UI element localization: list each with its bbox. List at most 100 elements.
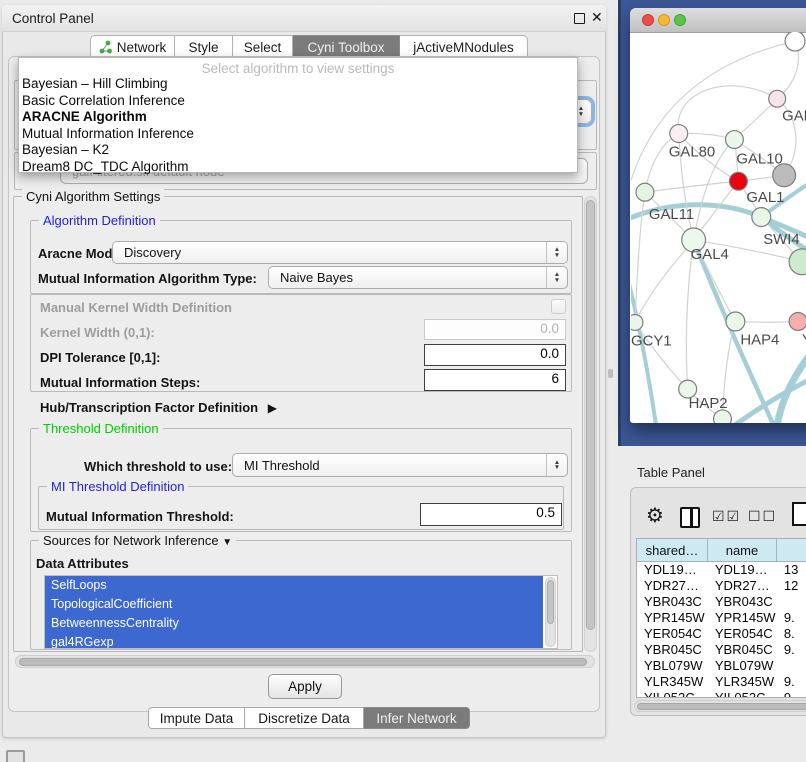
table-cell: YDR27…: [637, 578, 708, 594]
algorithm-definition-title: Algorithm Definition: [39, 213, 160, 228]
collapse-down-icon[interactable]: ▼: [222, 537, 232, 548]
network-node[interactable]: [631, 315, 643, 331]
document-icon[interactable]: [792, 502, 806, 526]
mi-type-value: Naive Bayes: [280, 270, 353, 285]
table-cell: 9.: [777, 674, 806, 690]
attribute-item[interactable]: gal4RGexp: [45, 633, 543, 649]
splitter-handle[interactable]: [608, 369, 613, 378]
node-table[interactable]: shared…name YDL19…YDL19…13YDR27…YDR27…12…: [636, 538, 806, 698]
control-panel-title: Control Panel: [12, 11, 94, 26]
table-hscrollbar[interactable]: [634, 700, 806, 712]
combo-stepper-icon: ▲▼: [546, 267, 567, 288]
network-edge[interactable]: [635, 240, 694, 323]
network-node[interactable]: [785, 32, 805, 51]
combo-stepper-icon: ▲▼: [546, 242, 567, 263]
mi-steps-field[interactable]: 6: [424, 369, 566, 391]
table-row[interactable]: YBR043CYBR043C: [637, 594, 806, 610]
table-row[interactable]: YPR145WYPR145W9.: [637, 610, 806, 626]
close-icon[interactable]: ✕: [591, 9, 603, 26]
table-row[interactable]: YER054CYER054C8.: [637, 626, 806, 642]
table-cell: YBL079W: [708, 658, 777, 674]
settings-hscrollbar[interactable]: [15, 655, 595, 668]
attribute-item[interactable]: SelfLoops: [45, 576, 543, 595]
kernel-width-field[interactable]: 0.0: [424, 319, 566, 340]
network-node[interactable]: [789, 249, 806, 275]
node-label: GAL4: [691, 247, 729, 263]
column-header[interactable]: [777, 539, 806, 562]
table-row[interactable]: YLR345WYLR345W9.: [637, 674, 806, 690]
algorithm-option[interactable]: Bayesian – K2: [19, 142, 577, 159]
node-label: HAP2: [689, 396, 728, 412]
dpi-tolerance-field[interactable]: 0.0: [424, 344, 566, 366]
algorithm-option[interactable]: Mutual Information Inference: [19, 126, 577, 143]
attribute-item[interactable]: TopologicalCoefficient: [45, 595, 543, 614]
table-cell: 9: [777, 690, 806, 698]
network-edge[interactable]: [678, 86, 777, 134]
sources-group-title[interactable]: Sources for Network Inference ▼: [39, 533, 236, 548]
columns-icon[interactable]: [680, 507, 700, 528]
expand-right-icon[interactable]: ▶: [268, 401, 277, 415]
manual-kernel-checkbox[interactable]: [551, 299, 566, 314]
attribute-item[interactable]: BetweennessCentrality: [45, 614, 543, 633]
select-all-icon[interactable]: ☑☑: [712, 508, 741, 525]
apply-button[interactable]: Apply: [268, 674, 342, 699]
mi-threshold-group-title: MI Threshold Definition: [47, 479, 188, 494]
network-node[interactable]: [729, 172, 747, 190]
close-traffic-light-icon[interactable]: [642, 14, 654, 26]
network-node[interactable]: [725, 131, 743, 149]
network-node[interactable]: [752, 208, 771, 227]
mi-threshold-field[interactable]: 0.5: [420, 503, 562, 526]
network-window-titlebar[interactable]: [630, 8, 806, 33]
mi-type-label: Mutual Information Algorithm Type:: [38, 271, 257, 286]
node-label: GAL80: [669, 144, 715, 160]
network-canvas[interactable]: GALGAL80GAL10GAL1SWI4GAL11GAL4GCY1HAP4YH…: [631, 32, 806, 423]
algorithm-option[interactable]: ARACNE Algorithm: [19, 109, 577, 126]
tab-infer-network[interactable]: Infer Network: [364, 707, 470, 729]
network-node[interactable]: [769, 90, 786, 107]
network-edge[interactable]: [645, 181, 738, 192]
table-cell: 9.: [777, 610, 806, 626]
algorithm-option[interactable]: Bayesian – Hill Climbing: [19, 76, 577, 93]
tab-impute-data[interactable]: Impute Data: [148, 707, 245, 729]
network-node[interactable]: [789, 313, 806, 331]
table-row[interactable]: YDR27…YDR27…12: [637, 578, 806, 594]
network-icon: [99, 40, 112, 54]
table-cell: YER054C: [708, 626, 777, 642]
network-node[interactable]: [670, 125, 688, 143]
table-row[interactable]: YBR045CYBR045C9.: [637, 642, 806, 658]
gear-icon[interactable]: ⚙: [646, 503, 664, 528]
table-cell: 13: [777, 562, 806, 578]
manual-kernel-label: Manual Kernel Width Definition: [40, 300, 232, 315]
network-node[interactable]: [726, 312, 745, 331]
table-row[interactable]: YIL052CYIL052C9: [637, 690, 806, 698]
table-row[interactable]: YDL19…YDL19…13: [637, 562, 806, 578]
combo-stepper-icon: ▲▼: [546, 454, 567, 476]
table-cell: YDL19…: [637, 562, 708, 578]
mi-type-combo[interactable]: Naive Bayes ▲▼: [268, 266, 568, 289]
tab-discretize-data[interactable]: Discretize Data: [245, 707, 364, 729]
aracne-mode-combo[interactable]: Discovery ▲▼: [112, 241, 568, 264]
minimize-traffic-light-icon[interactable]: [658, 14, 670, 26]
table-cell: YPR145W: [708, 610, 777, 626]
float-window-icon[interactable]: [574, 13, 585, 24]
node-label: GAL11: [649, 207, 694, 223]
unselect-all-icon[interactable]: ☐☐: [748, 508, 777, 525]
algorithm-option[interactable]: Dream8 DC_TDC Algorithm: [19, 159, 577, 176]
network-edge[interactable]: [645, 134, 679, 193]
hub-definition-label[interactable]: Hub/Transcription Factor Definition ▶: [40, 400, 277, 415]
settings-scrollbar[interactable]: [584, 196, 597, 652]
mi-steps-label: Mutual Information Steps:: [40, 375, 200, 390]
column-header[interactable]: name: [708, 539, 777, 562]
mi-threshold-label: Mutual Information Threshold:: [46, 509, 234, 524]
attributes-list-scrollbar[interactable]: [545, 577, 556, 647]
node-label: HAP4: [740, 332, 779, 348]
which-threshold-combo[interactable]: MI Threshold ▲▼: [232, 453, 568, 477]
minimized-panel-icon[interactable]: [6, 750, 25, 762]
network-node[interactable]: [636, 183, 654, 201]
table-row[interactable]: YBL079WYBL079W: [637, 658, 806, 674]
zoom-traffic-light-icon[interactable]: [674, 14, 686, 26]
data-attributes-list[interactable]: SelfLoopsTopologicalCoefficientBetweenne…: [44, 575, 558, 649]
column-header[interactable]: shared…: [637, 539, 708, 562]
data-attributes-label: Data Attributes: [36, 556, 129, 571]
algorithm-option[interactable]: Basic Correlation Inference: [19, 93, 577, 110]
